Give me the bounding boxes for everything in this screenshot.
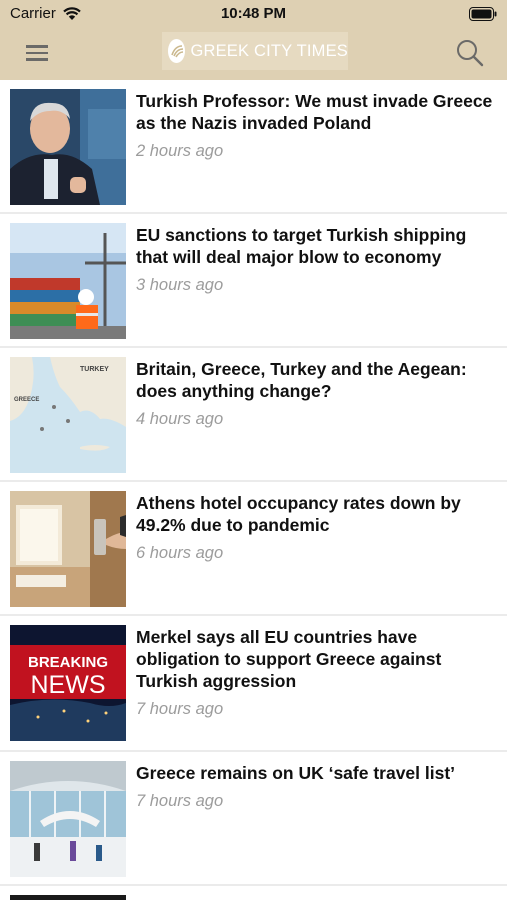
article-title: EU sanctions to target Turkish shipping …	[136, 225, 467, 267]
app-header: Carrier 10:48 PM GREEK CITY TIMES	[0, 0, 507, 80]
article-item[interactable]: EU sanctions to target Turkish shipping …	[0, 214, 507, 346]
article-title: Merkel says all EU countries have obliga…	[136, 627, 442, 691]
article-thumbnail	[10, 89, 126, 205]
article-thumbnail: BREAKING NEWS	[10, 625, 126, 741]
search-button[interactable]	[455, 38, 485, 68]
article-thumbnail	[10, 223, 126, 339]
thumb-label-greece: GREECE	[14, 397, 39, 403]
article-time: 7 hours ago	[136, 700, 224, 718]
article-title: Turkish Professor: We must invade Greece…	[136, 91, 493, 133]
breaking-label: BREAKING	[28, 654, 108, 671]
article-item[interactable]: Turkish Professor: We must invade Greece…	[0, 80, 507, 212]
article-title: Greece remains on UK ‘safe travel list’	[136, 763, 456, 783]
article-time: 3 hours ago	[136, 276, 224, 294]
hamburger-menu-icon	[26, 45, 50, 61]
article-thumbnail	[10, 491, 126, 607]
article-item[interactable]: BREAKING NEWS Merkel says all EU countri…	[0, 616, 507, 750]
battery-icon	[469, 7, 497, 21]
search-icon	[457, 40, 484, 67]
nav-bar: GREEK CITY TIMES	[0, 28, 507, 80]
news-label: NEWS	[31, 671, 106, 699]
article-title: Athens hotel occupancy rates down by 49.…	[136, 493, 461, 535]
article-time: 6 hours ago	[136, 544, 224, 562]
article-thumbnail	[10, 895, 126, 900]
logo-text: GREEK CITY TIMES	[190, 41, 348, 60]
article-time: 2 hours ago	[136, 142, 224, 160]
article-thumbnail	[10, 761, 126, 877]
status-bar: Carrier 10:48 PM	[0, 0, 507, 28]
article-thumbnail: TURKEY GREECE	[10, 357, 126, 473]
article-item[interactable]: Athens hotel occupancy rates down by 49.…	[0, 482, 507, 614]
article-title: Britain, Greece, Turkey and the Aegean: …	[136, 359, 467, 401]
clock-time: 10:48 PM	[220, 5, 287, 22]
logo-mark-icon	[168, 39, 186, 63]
menu-button[interactable]	[26, 42, 50, 62]
article-item[interactable]: TURKEY GREECE Britain, Greece, Turkey an…	[0, 348, 507, 480]
app-logo: GREEK CITY TIMES	[162, 32, 348, 70]
thumb-label-turkey: TURKEY	[80, 366, 109, 373]
article-time: 4 hours ago	[136, 410, 224, 428]
article-time: 7 hours ago	[136, 792, 224, 810]
article-item[interactable]: Greece remains on UK ‘safe travel list’ …	[0, 752, 507, 884]
article-item-partial[interactable]	[0, 886, 507, 900]
